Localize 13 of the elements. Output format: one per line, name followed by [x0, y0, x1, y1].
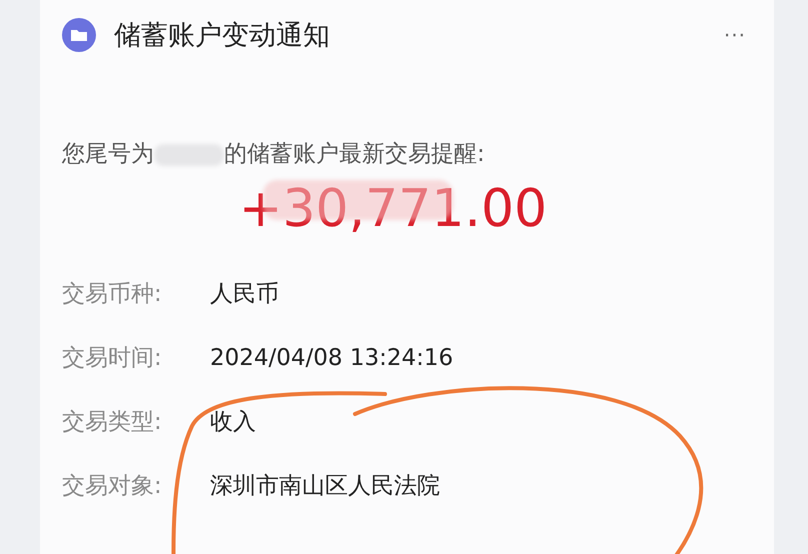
- more-menu[interactable]: ···: [724, 23, 746, 47]
- detail-label: 交易时间:: [62, 344, 163, 373]
- detail-value: 收入: [210, 408, 257, 437]
- message-text: 您尾号为 的储蓄账户最新交易提醒:: [62, 140, 486, 169]
- detail-value: 深圳市南山区人民法院: [210, 472, 441, 501]
- amount: +30,771.00: [238, 178, 548, 241]
- detail-value: 人民币: [210, 280, 280, 309]
- detail-value: 2024/04/08 13:24:16: [210, 344, 454, 373]
- detail-label: 交易类型:: [62, 408, 163, 437]
- notification-title: 储蓄账户变动通知: [114, 19, 331, 53]
- folder-icon: [62, 18, 96, 52]
- detail-label: 交易币种:: [62, 280, 163, 309]
- detail-label: 交易对象:: [62, 472, 163, 501]
